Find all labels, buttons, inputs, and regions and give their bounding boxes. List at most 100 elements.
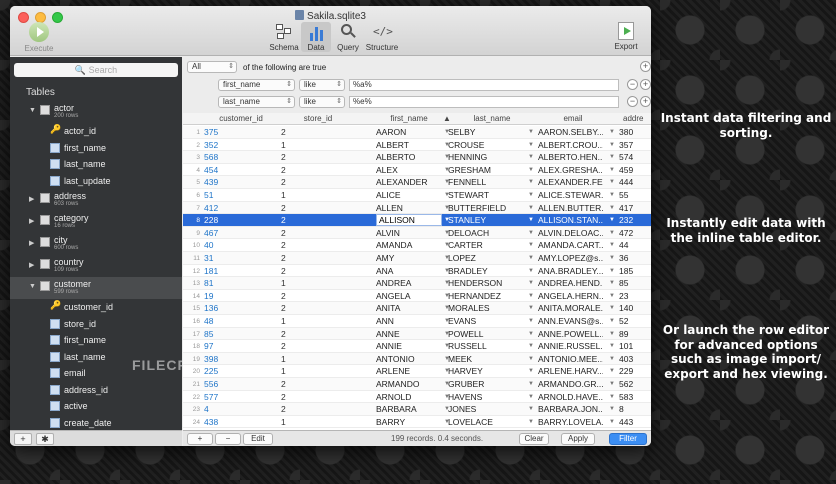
table-row[interactable]: 1 375 2 AARON ▼ SELBY ▼ AARON.SELBY... ▼ 380 xyxy=(183,126,651,139)
cell-last-name[interactable]: GRUBER xyxy=(448,379,526,389)
cell-store-id[interactable]: 2 xyxy=(281,303,341,313)
cell-address-id[interactable]: 232 xyxy=(619,215,649,225)
cell-last-name[interactable]: POWELL xyxy=(448,329,526,339)
cell-address-id[interactable]: 23 xyxy=(619,291,649,301)
table-row[interactable]: 19 398 1 ANTONIO ▼ MEEK ▼ ANTONIO.MEE... ▼ 403 xyxy=(183,352,651,366)
rule-2-operator-select[interactable]: like xyxy=(299,96,345,108)
cell-store-id[interactable]: 2 xyxy=(281,392,341,402)
cell-email[interactable]: ALBERT.CROU... xyxy=(538,140,603,150)
cell-first-name[interactable]: ANNE xyxy=(376,329,442,339)
cell-address-id[interactable]: 8 xyxy=(619,404,649,414)
cell-first-name[interactable]: ARNOLD xyxy=(376,392,442,402)
cell-store-id[interactable]: 2 xyxy=(281,266,341,276)
header-customer-id[interactable]: customer_id xyxy=(211,114,271,123)
cell-store-id[interactable]: 1 xyxy=(281,316,341,326)
cell-dropdown-icon[interactable]: ▼ xyxy=(609,381,615,387)
add-row-button[interactable]: + xyxy=(187,433,213,445)
cell-store-id[interactable]: 2 xyxy=(281,291,341,301)
header-first-name[interactable]: first_name xyxy=(376,114,442,123)
cell-dropdown-icon[interactable]: ▼ xyxy=(609,142,615,148)
cell-dropdown-icon[interactable]: ▼ xyxy=(609,406,615,412)
table-row[interactable]: 3 568 2 ALBERTO ▼ HENNING ▼ ALBERTO.HEN... ▼ 574 xyxy=(183,151,651,164)
cell-address-id[interactable]: 443 xyxy=(619,417,649,427)
cell-address-id[interactable]: 229 xyxy=(619,366,649,376)
execute-button[interactable]: Execute xyxy=(19,22,59,53)
cell-last-name[interactable]: BRADLEY xyxy=(448,266,526,276)
cell-address-id[interactable]: 459 xyxy=(619,165,649,175)
apply-button[interactable]: Apply xyxy=(561,433,595,445)
cell-customer-id[interactable]: 31 xyxy=(204,253,259,263)
cell-first-name[interactable]: AMANDA xyxy=(376,240,442,250)
cell-customer-id[interactable]: 51 xyxy=(204,190,259,200)
clear-button[interactable]: Clear xyxy=(519,433,549,445)
table-row[interactable]: 2 352 1 ALBERT ▼ CROUSE ▼ ALBERT.CROU... ▼ 357 xyxy=(183,139,651,152)
table-item[interactable]: ▶ city 600 rows xyxy=(10,233,182,255)
cell-address-id[interactable]: 357 xyxy=(619,140,649,150)
table-row[interactable]: 13 81 1 ANDREA ▼ HENDERSON ▼ ANDREA.HEND... ▼ 85 xyxy=(183,277,651,290)
cell-last-name[interactable]: MORALES xyxy=(448,303,526,313)
cell-dropdown-icon[interactable]: ▼ xyxy=(528,154,534,160)
disclosure-closed-icon[interactable]: ▶ xyxy=(29,195,34,203)
cell-first-name[interactable]: ANN xyxy=(376,316,442,326)
cell-email[interactable]: AARON.SELBY... xyxy=(538,127,603,137)
cell-store-id[interactable]: 2 xyxy=(281,329,341,339)
cell-dropdown-icon[interactable]: ▼ xyxy=(528,167,534,173)
cell-dropdown-icon[interactable]: ▼ xyxy=(609,293,615,299)
cell-customer-id[interactable]: 398 xyxy=(204,354,259,364)
cell-first-name[interactable]: BARRY xyxy=(376,417,442,427)
cell-address-id[interactable]: 85 xyxy=(619,278,649,288)
rule-1-value-input[interactable]: %a% xyxy=(349,79,619,91)
cell-dropdown-icon[interactable]: ▼ xyxy=(609,255,615,261)
cell-dropdown-icon[interactable]: ▼ xyxy=(528,293,534,299)
cell-first-name[interactable]: ALVIN xyxy=(376,228,442,238)
cell-address-id[interactable]: 140 xyxy=(619,303,649,313)
cell-store-id[interactable]: 2 xyxy=(281,228,341,238)
table-row[interactable]: 20 225 1 ARLENE ▼ HARVEY ▼ ARLENE.HARV... ▼ 229 xyxy=(183,365,651,378)
cell-dropdown-icon[interactable]: ▼ xyxy=(528,255,534,261)
column-item[interactable]: create_date xyxy=(10,415,182,431)
table-row[interactable]: 16 48 1 ANN ▼ EVANS ▼ ANN.EVANS@s... ▼ 52 xyxy=(183,315,651,328)
cell-email[interactable]: ARMANDO.GR... xyxy=(538,379,603,389)
cell-first-name[interactable]: ARLENE xyxy=(376,366,442,376)
search-input[interactable]: 🔍 Search xyxy=(14,63,178,77)
table-row[interactable]: 22 577 2 ARNOLD ▼ HAVENS ▼ ARNOLD.HAVE... ▼ 583 xyxy=(183,391,651,404)
cell-email[interactable]: ALLISON.STAN... xyxy=(538,215,603,225)
cell-dropdown-icon[interactable]: ▼ xyxy=(528,305,534,311)
table-row[interactable]: 18 97 2 ANNIE ▼ RUSSELL ▼ ANNIE.RUSSEL... ▼ 101 xyxy=(183,340,651,353)
cell-last-name[interactable]: HENDERSON xyxy=(448,278,526,288)
schema-tab[interactable]: Schema xyxy=(269,22,299,52)
cell-dropdown-icon[interactable]: ▼ xyxy=(528,406,534,412)
cell-last-name[interactable]: STANLEY xyxy=(448,215,526,225)
cell-customer-id[interactable]: 467 xyxy=(204,228,259,238)
column-item[interactable]: first_name xyxy=(10,332,182,349)
cell-address-id[interactable]: 185 xyxy=(619,266,649,276)
cell-email[interactable]: ARLENE.HARV... xyxy=(538,366,603,376)
cell-store-id[interactable]: 2 xyxy=(281,341,341,351)
cell-customer-id[interactable]: 556 xyxy=(204,379,259,389)
cell-dropdown-icon[interactable]: ▼ xyxy=(609,167,615,173)
table-row[interactable]: 23 4 2 BARBARA ▼ JONES ▼ BARBARA.JON... ▼ 8 xyxy=(183,403,651,416)
cell-store-id[interactable]: 2 xyxy=(281,240,341,250)
cell-dropdown-icon[interactable]: ▼ xyxy=(528,242,534,248)
table-row[interactable]: 12 181 2 ANA ▼ BRADLEY ▼ ANA.BRADLEY... ▼ 185 xyxy=(183,265,651,278)
cell-customer-id[interactable]: 81 xyxy=(204,278,259,288)
table-item[interactable]: ▼ actor 200 rows xyxy=(10,101,182,123)
disclosure-open-icon[interactable]: ▼ xyxy=(29,283,36,290)
column-item[interactable]: first_name xyxy=(10,140,182,157)
header-address-id[interactable]: addre xyxy=(623,114,651,123)
cell-first-name[interactable]: ALEXANDER xyxy=(376,177,442,187)
cell-first-name[interactable]: ANTONIO xyxy=(376,354,442,364)
cell-address-id[interactable]: 562 xyxy=(619,379,649,389)
cell-first-name[interactable]: ANDREA xyxy=(376,278,442,288)
cell-last-name[interactable]: BUTTERFIELD xyxy=(448,203,526,213)
rule-2-add-button[interactable]: + xyxy=(640,96,651,107)
cell-customer-id[interactable]: 19 xyxy=(204,291,259,301)
cell-store-id[interactable]: 2 xyxy=(281,127,341,137)
cell-address-id[interactable]: 583 xyxy=(619,392,649,402)
cell-last-name[interactable]: RUSSELL xyxy=(448,341,526,351)
cell-dropdown-icon[interactable]: ▼ xyxy=(528,343,534,349)
cell-customer-id[interactable]: 4 xyxy=(204,404,259,414)
cell-email[interactable]: ANN.EVANS@s... xyxy=(538,316,603,326)
cell-last-name[interactable]: LOPEZ xyxy=(448,253,526,263)
cell-address-id[interactable]: 417 xyxy=(619,203,649,213)
